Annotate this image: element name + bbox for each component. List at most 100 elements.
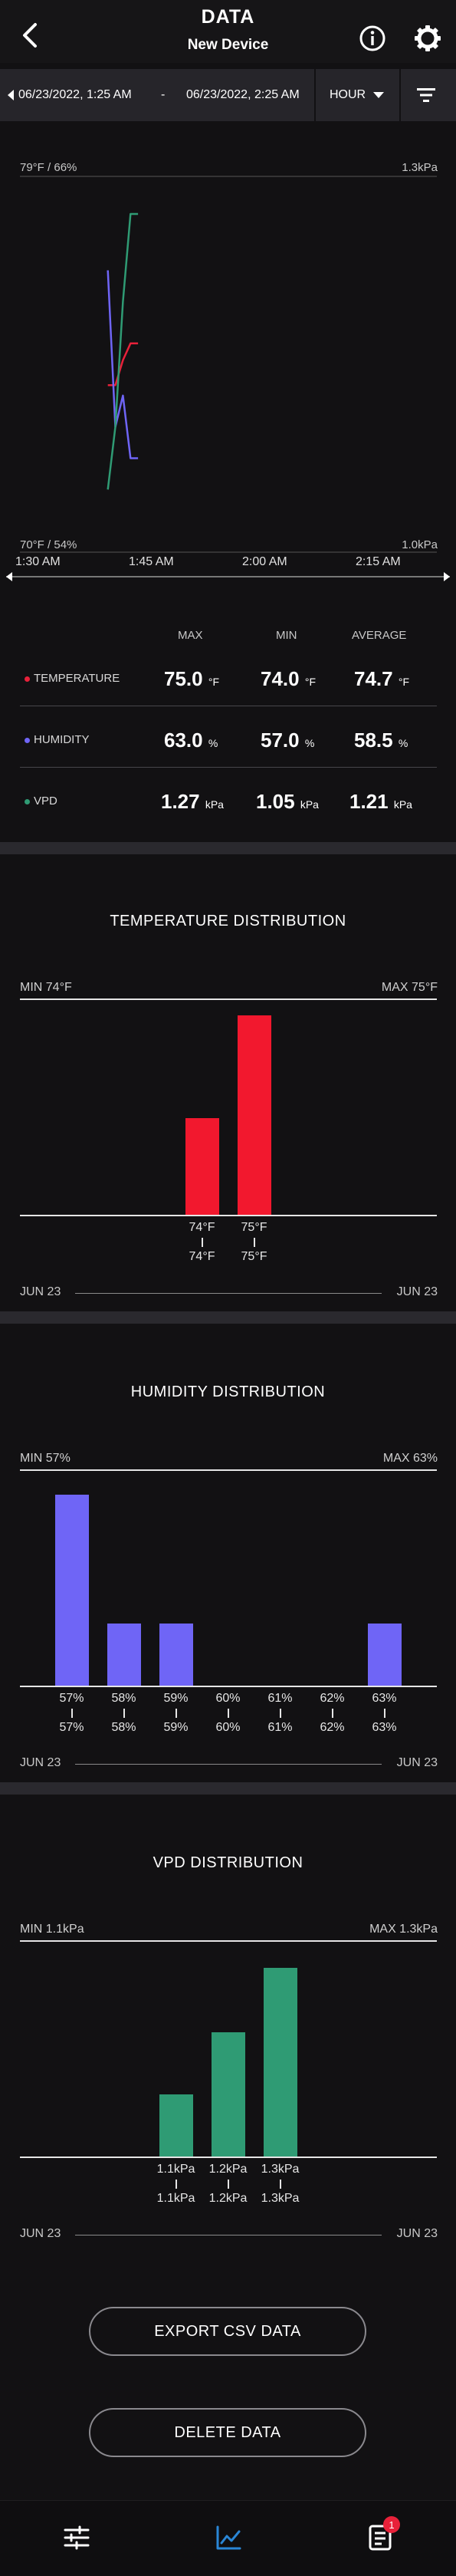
bin-label-bottom: 60% [215, 1721, 241, 1734]
max-label: MAX 1.3kPa [369, 1923, 438, 1936]
date-start: JUN 23 [20, 2227, 61, 2240]
max-label: MAX 63% [382, 1452, 438, 1465]
humidity-distribution: HUMIDITY DISTRIBUTION MIN 57% MAX 63% JU… [0, 1325, 456, 1778]
bin-label-bottom: 1.2kPa [208, 2192, 248, 2205]
line-chart-svg[interactable] [0, 123, 456, 583]
sort-icon[interactable] [415, 86, 437, 104]
bin-label-top: 74°F [189, 1221, 215, 1234]
date-range-line [75, 1764, 382, 1765]
bin-label-top: 1.2kPa [208, 2163, 248, 2176]
time-tick: 1:30 AM [15, 555, 61, 568]
bin-tick [227, 1709, 229, 1718]
section-title: TEMPERATURE DISTRIBUTION [110, 913, 346, 929]
bin-label-bottom: 59% [163, 1721, 189, 1734]
range-start[interactable]: 06/23/2022, 1:25 AM [8, 69, 132, 121]
notification-badge: 1 [383, 2516, 400, 2533]
scroll-left-icon[interactable] [6, 572, 12, 581]
time-tick: 1:45 AM [129, 555, 174, 568]
average-value: 74.7 °F [354, 667, 409, 690]
bin-label-bottom: 74°F [189, 1250, 215, 1263]
row-label: TEMPERATURE [34, 672, 120, 685]
right-axis-bottom: 1.0kPa [402, 538, 438, 551]
col-header-average: AVERAGE [352, 629, 407, 642]
bin-label-top: 57% [59, 1692, 84, 1705]
bin-tick [175, 2180, 177, 2189]
distribution-bar [107, 1623, 141, 1686]
bin-label-bottom: 75°F [241, 1250, 267, 1263]
min-value: 74.0 °F [261, 667, 316, 690]
temperature-distribution: TEMPERATURE DISTRIBUTION MIN 74°F MAX 75… [0, 854, 456, 1307]
average-value: 58.5 % [354, 729, 408, 752]
time-axis: 1:30 AM 1:45 AM 2:00 AM 2:15 AM [0, 554, 456, 584]
bottom-nav: 1 [0, 2500, 456, 2576]
max-line [20, 1940, 437, 1942]
range-end[interactable]: 06/23/2022, 2:25 AM [186, 69, 300, 121]
distribution-bar [263, 1967, 297, 2157]
bin-label-bottom: 62% [320, 1721, 345, 1734]
bin-label-bottom: 1.1kPa [156, 2192, 195, 2205]
bin-label-bottom: 57% [59, 1721, 84, 1734]
max-value: 1.27 kPa [161, 790, 224, 813]
sliders-icon[interactable] [61, 2522, 92, 2553]
date-range-bar: 06/23/2022, 1:25 AM - 06/23/2022, 2:25 A… [0, 69, 456, 121]
bin-label-bottom: 58% [111, 1721, 136, 1734]
interval-label: HOUR [330, 88, 366, 101]
max-value: 63.0 % [164, 729, 218, 752]
bin-label-top: 60% [215, 1692, 241, 1705]
min-value: 1.05 kPa [256, 790, 319, 813]
delete-data-button[interactable]: DELETE DATA [89, 2408, 366, 2457]
row-label: VPD [34, 795, 57, 808]
max-label: MAX 75°F [381, 981, 438, 994]
section-title: VPD DISTRIBUTION [153, 1854, 303, 1871]
bin-tick [71, 1709, 73, 1718]
bin-tick [123, 1709, 125, 1718]
max-line [20, 1469, 437, 1471]
bin-tick [201, 1238, 203, 1247]
bin-tick [253, 1238, 255, 1247]
range-dash: - [161, 88, 166, 101]
scroll-right-icon[interactable] [444, 572, 450, 581]
line-chart: 79°F / 66% 1.3kPa 70°F / 54% 1.0kPa [0, 123, 456, 583]
bin-tick [175, 1709, 177, 1718]
stats-table: MAX MIN AVERAGE TEMPERATURE 75.0 °F 74.0… [0, 598, 456, 844]
divider [314, 69, 316, 121]
bin-label-bottom: 1.3kPa [261, 2192, 300, 2205]
vpd-distribution: VPD DISTRIBUTION MIN 1.1kPa MAX 1.3kPa J… [0, 1796, 456, 2249]
temperature-dot [25, 676, 30, 682]
max-value: 75.0 °F [164, 667, 219, 690]
section-divider [0, 1311, 456, 1324]
stats-row-vpd: VPD 1.27 kPa 1.05 kPa 1.21 kPa [0, 771, 456, 833]
bin-label-bottom: 63% [372, 1721, 397, 1734]
date-end: JUN 23 [396, 1756, 438, 1769]
bin-label-top: 58% [111, 1692, 136, 1705]
range-start-label: 06/23/2022, 1:25 AM [18, 88, 132, 101]
distribution-bar [159, 2094, 193, 2157]
scrubber-track[interactable] [6, 572, 450, 581]
interval-dropdown[interactable]: HOUR [330, 69, 385, 121]
info-icon[interactable] [357, 23, 388, 54]
export-csv-button[interactable]: EXPORT CSV DATA [89, 2307, 366, 2356]
col-header-max: MAX [178, 629, 203, 642]
date-end: JUN 23 [396, 2227, 438, 2240]
col-header-min: MIN [276, 629, 297, 642]
gear-icon[interactable] [412, 23, 443, 54]
time-tick: 2:00 AM [242, 555, 287, 568]
bin-label-top: 61% [267, 1692, 293, 1705]
bin-label-top: 63% [372, 1692, 397, 1705]
time-tick: 2:15 AM [356, 555, 401, 568]
distribution-bar [54, 1494, 89, 1686]
caret-left-icon [8, 90, 14, 100]
distribution-bar [159, 1623, 193, 1686]
bin-label-top: 59% [163, 1692, 189, 1705]
bin-label-bottom: 61% [267, 1721, 293, 1734]
left-axis-bottom: 70°F / 54% [20, 538, 77, 551]
date-start: JUN 23 [20, 1285, 61, 1298]
baseline [20, 1215, 437, 1216]
min-label: MIN 57% [20, 1452, 71, 1465]
section-title: HUMIDITY DISTRIBUTION [130, 1383, 326, 1400]
bin-tick [331, 1709, 333, 1718]
caret-down-icon [373, 92, 385, 98]
date-end: JUN 23 [396, 1285, 438, 1298]
bin-tick [227, 2180, 229, 2189]
chart-line-icon[interactable] [213, 2522, 244, 2553]
